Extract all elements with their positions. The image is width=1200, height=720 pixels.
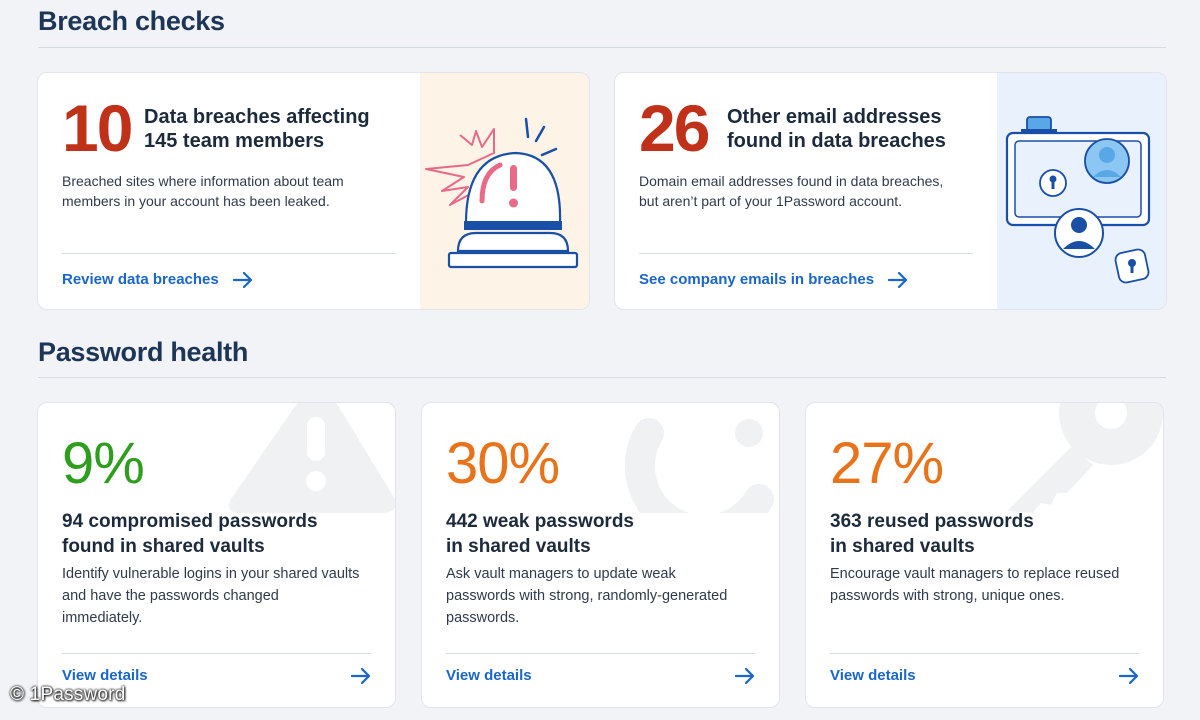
link-label: Review data breaches	[62, 271, 219, 288]
weak-percent: 30%	[446, 431, 560, 496]
see-company-emails-link[interactable]: See company emails in breaches	[639, 271, 908, 288]
breach-headline: Data breaches affecting 145 team members	[144, 106, 370, 152]
health-card-title: 94 compromised passwords found in shared…	[62, 511, 318, 557]
section-title-password-health: Password health	[38, 337, 249, 367]
monitor-users-icon	[1005, 116, 1151, 284]
link-label: View details	[446, 667, 532, 684]
arrow-right-icon	[735, 667, 755, 684]
arrow-right-icon	[888, 271, 908, 288]
breach-headline: Other email addresses found in data brea…	[727, 106, 946, 152]
view-details-weak-link[interactable]: View details	[446, 667, 755, 684]
arrow-right-icon	[351, 667, 371, 684]
gauge-icon	[624, 418, 774, 513]
reused-percent: 27%	[830, 431, 944, 496]
health-card-description: Identify vulnerable logins in your share…	[62, 566, 360, 626]
copyright-watermark: © 1Password	[10, 684, 126, 705]
breach-email-count: 26	[639, 91, 710, 165]
card-divider	[639, 253, 973, 254]
card-divider	[446, 653, 755, 654]
card-divider	[830, 653, 1139, 654]
breach-card-company-emails: 26 Other email addresses found in data b…	[614, 72, 1167, 310]
health-card-title: 442 weak passwords in shared vaults	[446, 511, 634, 557]
illustration-panel	[420, 73, 589, 309]
illustration-panel	[997, 73, 1166, 309]
link-label: See company emails in breaches	[639, 271, 875, 288]
breach-description: Breached sites where information about t…	[62, 173, 344, 209]
arrow-right-icon	[232, 271, 252, 288]
arrow-right-icon	[1119, 667, 1139, 684]
breach-card-data-breaches: 10 Data breaches affecting 145 team memb…	[37, 72, 590, 310]
health-card-compromised: 9% 94 compromised passwords found in sha…	[37, 402, 396, 708]
health-card-reused: 27% 363 reused passwords in shared vault…	[805, 402, 1164, 708]
link-label: View details	[62, 667, 148, 684]
key-icon	[1007, 403, 1163, 513]
section-divider	[38, 47, 1166, 48]
compromised-percent: 9%	[62, 431, 145, 496]
health-card-description: Encourage vault managers to replace reus…	[830, 566, 1120, 604]
health-card-title: 363 reused passwords in shared vaults	[830, 511, 1034, 557]
alarm-siren-icon	[425, 117, 579, 269]
view-details-reused-link[interactable]: View details	[830, 667, 1139, 684]
card-divider	[62, 653, 371, 654]
health-card-weak: 30% 442 weak passwords in shared vaults …	[421, 402, 780, 708]
link-label: View details	[830, 667, 916, 684]
health-card-description: Ask vault managers to update weak passwo…	[446, 566, 728, 626]
card-divider	[62, 253, 396, 254]
breach-description: Domain email addresses found in data bre…	[639, 173, 944, 209]
section-title-breach-checks: Breach checks	[38, 6, 225, 36]
section-divider	[38, 377, 1166, 378]
review-data-breaches-link[interactable]: Review data breaches	[62, 271, 253, 288]
view-details-compromised-link[interactable]: View details	[62, 667, 371, 684]
breach-count: 10	[62, 91, 133, 165]
warning-icon	[229, 403, 395, 513]
